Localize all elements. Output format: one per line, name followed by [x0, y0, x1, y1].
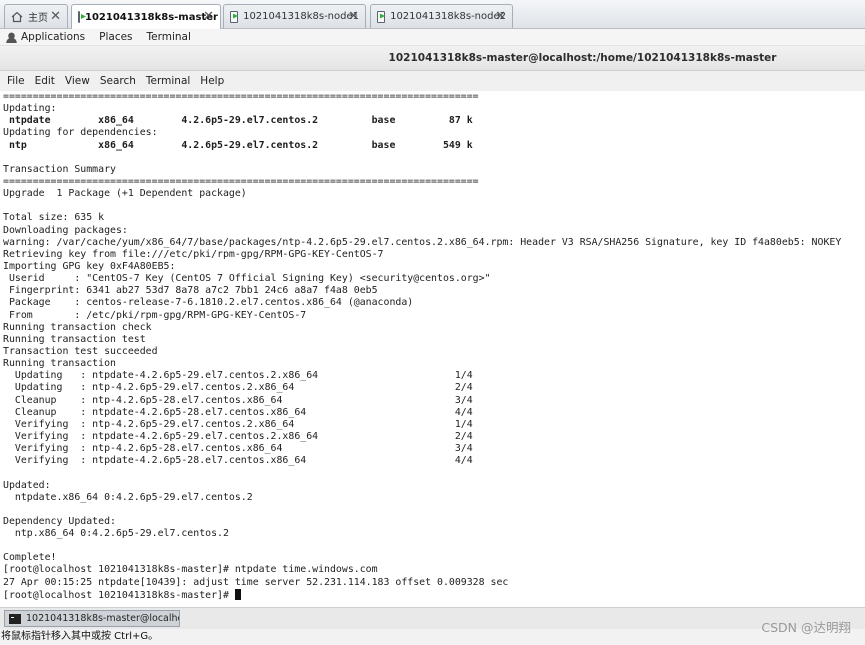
terminal-line: Dependency Updated:: [3, 515, 116, 527]
menu-file[interactable]: File: [7, 75, 25, 87]
terminal-line: Total size: 635 k: [3, 212, 105, 224]
taskbar-terminal-button[interactable]: 1021041318k8s-master@localhost...: [4, 610, 180, 627]
terminal-line: Retrieving key from file:///etc/pki/rpm-…: [3, 248, 384, 260]
places-menu[interactable]: Places: [99, 31, 132, 43]
terminal-line: Complete!: [3, 552, 57, 564]
terminal-line: Cleanup : ntp-4.2.6p5-28.el7.centos.x86_…: [3, 394, 473, 406]
tab-k8s-node1[interactable]: 1021041318k8s-node1 ✕: [223, 4, 366, 28]
terminal-line: Importing GPG key 0xF4A80EB5:: [3, 260, 176, 272]
terminal-line: Verifying : ntp-4.2.6p5-28.el7.centos.x8…: [3, 443, 473, 455]
terminal-line: Verifying : ntpdate-4.2.6p5-28.el7.cento…: [3, 455, 473, 467]
close-icon[interactable]: ✕: [50, 9, 61, 24]
menu-help[interactable]: Help: [200, 75, 224, 87]
tab-k8s-master[interactable]: 1021041318k8s-master ✕: [71, 4, 221, 29]
terminal-line: ntpdate x86_64 4.2.6p5-29.el7.centos.2 b…: [3, 115, 473, 127]
tab-k8s-master-label: 1021041318k8s-master: [85, 11, 218, 23]
terminal-line: [root@localhost 1021041318k8s-master]#: [3, 588, 865, 601]
gnome-top-bar: Applications Places Terminal: [0, 29, 865, 46]
taskbar-terminal-label: 1021041318k8s-master@localhost...: [26, 613, 179, 624]
terminal-line: From : /etc/pki/rpm-gpg/RPM-GPG-KEY-Cent…: [3, 309, 307, 321]
watermark: CSDN @达明翔: [761, 620, 851, 635]
terminal-output[interactable]: ========================================…: [0, 91, 865, 607]
terminal-cursor: [234, 588, 241, 600]
terminal-line: Downloading packages:: [3, 224, 128, 236]
terminal-line: Updating:: [3, 103, 57, 115]
terminal-text: ========================================…: [0, 91, 865, 601]
vm-console: 主页 ✕ 1021041318k8s-master ✕ 1021041318k8…: [0, 0, 865, 645]
terminal-line: Updating : ntpdate-4.2.6p5-29.el7.centos…: [3, 370, 473, 382]
tab-k8s-node2[interactable]: 1021041318k8s-node2 ✕: [370, 4, 513, 28]
terminal-line: Running transaction: [3, 358, 116, 370]
terminal-line: Upgrade 1 Package (+1 Dependent package): [3, 188, 247, 200]
window-title-bar[interactable]: 1021041318k8s-master@localhost:/home/102…: [0, 46, 865, 71]
menu-search[interactable]: Search: [100, 75, 136, 87]
home-icon: [11, 11, 23, 23]
terminal-line: Transaction Summary: [3, 163, 116, 175]
terminal-line: ntpdate.x86_64 0:4.2.6p5-29.el7.centos.2: [3, 491, 253, 503]
vm-icon: [377, 10, 386, 23]
tab-home-label: 主页: [28, 13, 48, 24]
terminal-app-menu[interactable]: Terminal: [147, 31, 191, 43]
terminal-line: ========================================…: [3, 91, 479, 102]
terminal-line: 27 Apr 00:15:25 ntpdate[10439]: adjust t…: [3, 576, 509, 588]
terminal-line: Updating for dependencies:: [3, 127, 158, 139]
close-icon[interactable]: ✕: [348, 9, 359, 24]
terminal-line: Verifying : ntpdate-4.2.6p5-29.el7.cento…: [3, 430, 473, 442]
tab-home[interactable]: 主页 ✕: [4, 4, 68, 28]
vm-icon: [78, 11, 80, 23]
terminal-line: Running transaction check: [3, 321, 152, 333]
terminal-line: [root@localhost 1021041318k8s-master]# n…: [3, 564, 378, 576]
terminal-line: warning: /var/cache/yum/x86_64/7/base/pa…: [3, 236, 842, 248]
terminal-line: Transaction test succeeded: [3, 345, 158, 357]
vm-icon: [230, 10, 239, 23]
terminal-line: Running transaction test: [3, 333, 146, 345]
terminal-icon: [9, 613, 21, 624]
tab-k8s-node1-label: 1021041318k8s-node1: [243, 11, 359, 22]
terminal-line: Package : centos-release-7-6.1810.2.el7.…: [3, 297, 414, 309]
taskbar: 1021041318k8s-master@localhost...: [0, 607, 865, 629]
status-text: 将鼠标指针移入其中或按 Ctrl+G。: [1, 631, 159, 642]
vm-status-bar: 将鼠标指针移入其中或按 Ctrl+G。: [0, 629, 865, 645]
menu-terminal[interactable]: Terminal: [146, 75, 190, 87]
terminal-line: ntp x86_64 4.2.6p5-29.el7.centos.2 base …: [3, 139, 473, 151]
menu-view[interactable]: View: [65, 75, 90, 87]
tab-k8s-node2-label: 1021041318k8s-node2: [390, 11, 506, 22]
terminal-line: Verifying : ntp-4.2.6p5-29.el7.centos.2.…: [3, 418, 473, 430]
terminal-line: ntp.x86_64 0:4.2.6p5-29.el7.centos.2: [3, 528, 229, 540]
terminal-line: Userid : "CentOS-7 Key (CentOS 7 Officia…: [3, 273, 491, 285]
terminal-line: Updated:: [3, 479, 51, 491]
terminal-line: Updating : ntp-4.2.6p5-29.el7.centos.2.x…: [3, 382, 473, 394]
applications-icon: [6, 31, 17, 43]
vm-tab-strip: 主页 ✕ 1021041318k8s-master ✕ 1021041318k8…: [0, 0, 865, 29]
terminal-line: Fingerprint: 6341 ab27 53d7 8a78 a7c2 7b…: [3, 285, 378, 297]
applications-menu[interactable]: Applications: [21, 31, 85, 43]
terminal-line: Cleanup : ntpdate-4.2.6p5-28.el7.centos.…: [3, 406, 473, 418]
close-icon[interactable]: ✕: [203, 9, 214, 24]
window-title: 1021041318k8s-master@localhost:/home/102…: [388, 52, 777, 64]
terminal-menu-bar: File Edit View Search Terminal Help: [0, 71, 865, 92]
close-icon[interactable]: ✕: [495, 9, 506, 24]
menu-edit[interactable]: Edit: [35, 75, 55, 87]
terminal-line: ========================================…: [3, 175, 479, 187]
